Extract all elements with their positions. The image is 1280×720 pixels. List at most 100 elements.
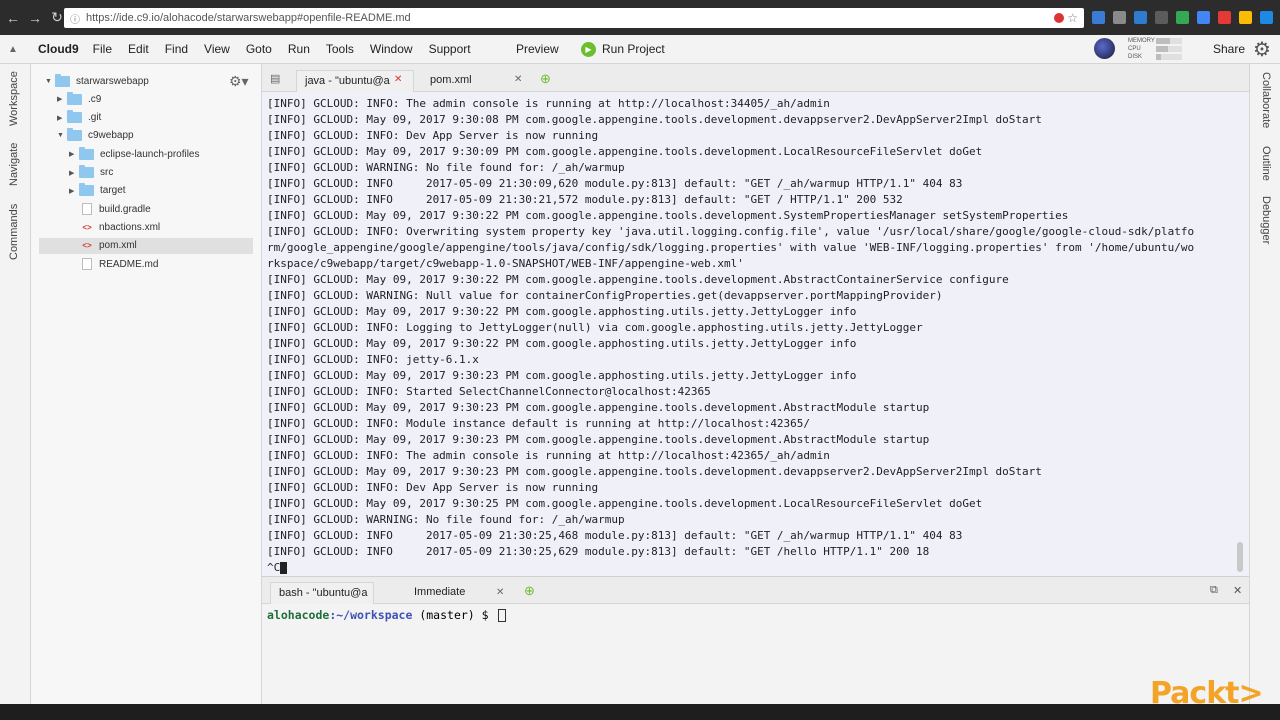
close-pane-icon[interactable]: ✕ bbox=[1233, 584, 1242, 597]
chevron-right-icon[interactable]: ▶ bbox=[69, 150, 79, 158]
extension-icon[interactable] bbox=[1155, 11, 1168, 24]
output-console[interactable]: [INFO] GCLOUD: INFO: The admin console i… bbox=[262, 92, 1249, 576]
address-bar[interactable]: ⓘ https://ide.c9.io/alohacode/starwarswe… bbox=[64, 8, 1084, 28]
packt-logo: Packt> bbox=[1150, 676, 1264, 711]
folder-icon bbox=[67, 91, 82, 105]
tree-item-c9webapp[interactable]: ▼ c9webapp bbox=[57, 128, 134, 144]
extension-icon[interactable] bbox=[1218, 11, 1231, 24]
disk-bar bbox=[1156, 54, 1182, 60]
tab-menu-icon[interactable]: ▤ bbox=[270, 72, 280, 85]
tree-item-label: pom.xml bbox=[99, 240, 137, 252]
menu-run[interactable]: Run bbox=[288, 42, 310, 56]
add-tab-icon[interactable]: ⊕ bbox=[540, 71, 551, 87]
stat-label: MEMORY bbox=[1128, 38, 1155, 44]
close-icon[interactable]: ✕ bbox=[514, 74, 522, 85]
console-line: [INFO] GCLOUD: May 09, 2017 9:30:09 PM c… bbox=[267, 145, 983, 158]
back-icon[interactable]: ← bbox=[4, 9, 22, 27]
tab-outline[interactable]: Outline bbox=[1260, 146, 1272, 181]
menu-file[interactable]: File bbox=[93, 42, 112, 56]
chevron-right-icon[interactable]: ▶ bbox=[69, 169, 79, 177]
tab-navigate[interactable]: Navigate bbox=[8, 143, 20, 186]
tree-item-build-gradle[interactable]: build.gradle bbox=[69, 201, 151, 217]
tree-item--c9[interactable]: ▶ .c9 bbox=[57, 91, 101, 107]
url-text: https://ide.c9.io/alohacode/starwarsweba… bbox=[86, 12, 411, 24]
avatar[interactable] bbox=[1094, 38, 1115, 59]
console-line: [INFO] GCLOUD: INFO: Overwriting system … bbox=[267, 225, 1195, 238]
tree-item-label: README.md bbox=[99, 258, 159, 270]
tree-item-src[interactable]: ▶ src bbox=[69, 165, 113, 181]
left-panel-tabs: Workspace Navigate Commands bbox=[0, 64, 31, 704]
extension-icon[interactable] bbox=[1197, 11, 1210, 24]
console-line: rm/google_appengine/google/appengine/too… bbox=[267, 241, 1195, 254]
extension-icon[interactable] bbox=[1092, 11, 1105, 24]
chevron-right-icon[interactable]: ▶ bbox=[57, 95, 67, 103]
tree-item-label: src bbox=[100, 167, 114, 178]
tab-collaborate[interactable]: Collaborate bbox=[1260, 72, 1272, 128]
record-icon[interactable] bbox=[1054, 13, 1064, 23]
menu-window[interactable]: Window bbox=[370, 42, 413, 56]
resource-stats[interactable]: MEMORY CPU DISK bbox=[1128, 37, 1182, 61]
tree-item--git[interactable]: ▶ .git bbox=[57, 110, 101, 126]
prompt-path: :~/workspace bbox=[329, 608, 413, 622]
console-line: [INFO] GCLOUD: INFO: Started SelectChann… bbox=[267, 385, 711, 398]
gear-icon[interactable]: ⚙ bbox=[1253, 37, 1271, 62]
tree-settings-gear-icon[interactable]: ⚙▾ bbox=[229, 73, 249, 90]
run-project-button[interactable]: ▶ Run Project bbox=[581, 41, 665, 57]
tab-workspace[interactable]: Workspace bbox=[8, 71, 20, 126]
tab-immediate[interactable]: Immediate bbox=[406, 582, 506, 604]
stat-fill bbox=[1156, 38, 1171, 44]
run-project-label: Run Project bbox=[602, 42, 665, 56]
menu-tools[interactable]: Tools bbox=[326, 42, 354, 56]
console-line: [INFO] GCLOUD: May 09, 2017 9:30:23 PM c… bbox=[267, 433, 930, 446]
stat-label: CPU bbox=[1128, 46, 1141, 52]
cloud9-menu[interactable]: Cloud9 bbox=[38, 42, 79, 56]
tree-item-starwarswebapp[interactable]: ▼ starwarswebapp bbox=[45, 73, 149, 89]
console-line: [INFO] GCLOUD: May 09, 2017 9:30:25 PM c… bbox=[267, 497, 983, 510]
scrollbar[interactable] bbox=[1237, 542, 1243, 572]
chevron-down-icon[interactable]: ▼ bbox=[45, 78, 55, 85]
add-tab-icon[interactable]: ⊕ bbox=[524, 583, 535, 599]
tree-item-target[interactable]: ▶ target bbox=[69, 183, 126, 199]
close-icon[interactable]: ✕ bbox=[496, 587, 504, 598]
play-icon: ▶ bbox=[581, 41, 596, 57]
menu-goto[interactable]: Goto bbox=[246, 42, 272, 56]
tab-bash-terminal[interactable]: bash - "ubuntu@a bbox=[270, 582, 374, 604]
tree-item-readme-md[interactable]: README.md bbox=[69, 256, 158, 272]
memory-bar bbox=[1156, 38, 1182, 44]
menu-find[interactable]: Find bbox=[165, 42, 188, 56]
tree-item-nbactions-xml[interactable]: <> nbactions.xml bbox=[69, 219, 160, 235]
extension-icon[interactable] bbox=[1134, 11, 1147, 24]
menu-support[interactable]: Support bbox=[429, 42, 471, 56]
console-line: [INFO] GCLOUD: INFO 2017-05-09 21:30:25,… bbox=[267, 545, 930, 558]
console-line: [INFO] GCLOUD: May 09, 2017 9:30:08 PM c… bbox=[267, 113, 1042, 126]
bash-terminal[interactable]: alohacode:~/workspace (master) $ bbox=[262, 604, 1249, 704]
maximize-pane-icon[interactable]: ⧉ bbox=[1210, 584, 1218, 597]
file-icon bbox=[82, 258, 92, 270]
menu-edit[interactable]: Edit bbox=[128, 42, 149, 56]
extension-icon[interactable] bbox=[1260, 11, 1273, 24]
folder-icon bbox=[79, 183, 94, 197]
collapse-menu-icon[interactable]: ▲ bbox=[0, 44, 26, 55]
chevron-right-icon[interactable]: ▶ bbox=[69, 187, 79, 195]
console-line: [INFO] GCLOUD: May 09, 2017 9:30:22 PM c… bbox=[267, 273, 1009, 286]
console-line: [INFO] GCLOUD: WARNING: No file found fo… bbox=[267, 513, 625, 526]
share-button[interactable]: Share bbox=[1213, 42, 1245, 56]
forward-icon[interactable]: → bbox=[26, 9, 44, 27]
tab-debugger[interactable]: Debugger bbox=[1260, 196, 1272, 244]
tree-item-label: build.gradle bbox=[99, 203, 151, 215]
chevron-down-icon[interactable]: ▼ bbox=[57, 132, 67, 139]
close-icon[interactable]: ✕ bbox=[394, 74, 402, 85]
bookmark-star-icon[interactable]: ☆ bbox=[1067, 11, 1078, 25]
extension-icon[interactable] bbox=[1113, 11, 1126, 24]
chevron-right-icon[interactable]: ▶ bbox=[57, 114, 67, 122]
tab-commands[interactable]: Commands bbox=[8, 204, 20, 260]
extension-icon[interactable] bbox=[1176, 11, 1189, 24]
menu-view[interactable]: View bbox=[204, 42, 230, 56]
console-line: [INFO] GCLOUD: INFO: Dev App Server is n… bbox=[267, 481, 599, 494]
tree-item-pom-xml[interactable]: <> pom.xml bbox=[39, 237, 253, 254]
tree-item-eclipse-launch-profiles[interactable]: ▶ eclipse-launch-profiles bbox=[69, 146, 200, 162]
tree-item-label: nbactions.xml bbox=[99, 221, 161, 233]
info-icon[interactable]: ⓘ bbox=[70, 11, 80, 26]
preview-button[interactable]: Preview bbox=[516, 42, 559, 56]
extension-icon[interactable] bbox=[1239, 11, 1252, 24]
